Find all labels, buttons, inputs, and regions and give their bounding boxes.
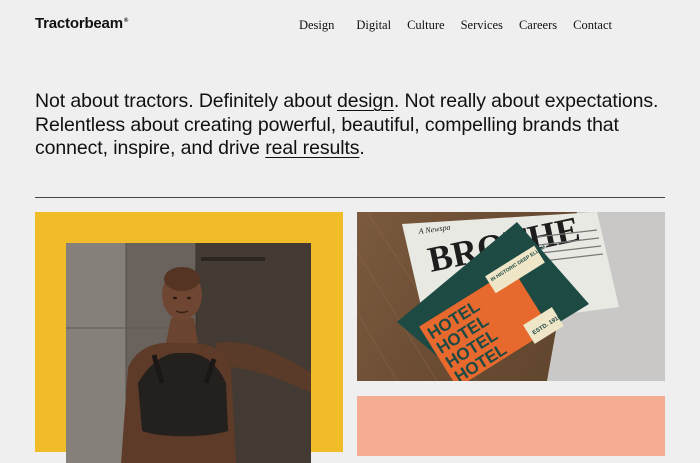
project-tile-hotel-print[interactable]: A Newspa BROTHE HOTEL HOTEL HOTEL HOTEL … <box>357 212 665 381</box>
design-link[interactable]: design <box>337 90 394 112</box>
nav-careers[interactable]: Careers <box>519 18 557 33</box>
intro-statement: Not about tractors. Definitely about des… <box>35 90 675 161</box>
section-divider <box>35 197 665 198</box>
project-tile-salmon[interactable] <box>357 396 665 456</box>
main-nav: Design Digital Culture Services Careers … <box>299 18 612 33</box>
nav-design[interactable]: Design <box>299 18 334 33</box>
portrait-illustration <box>66 243 311 463</box>
portrait-photo <box>66 243 311 463</box>
hotel-print-illustration: A Newspa BROTHE HOTEL HOTEL HOTEL HOTEL … <box>357 212 665 381</box>
intro-text-1: Not about tractors. Definitely about <box>35 90 337 112</box>
real-results-link[interactable]: real results <box>265 137 359 159</box>
nav-digital[interactable]: Digital <box>356 18 391 33</box>
nav-contact[interactable]: Contact <box>573 18 612 33</box>
brand-name: Tractorbeam <box>35 15 123 32</box>
registered-mark: ® <box>123 18 129 24</box>
intro-text-3: . <box>359 137 365 159</box>
brand-logo[interactable]: Tractorbeam® <box>35 15 128 32</box>
site-header: Tractorbeam® Design Digital Culture Serv… <box>35 14 665 38</box>
project-tile-portrait[interactable] <box>35 212 343 463</box>
nav-culture[interactable]: Culture <box>407 18 445 33</box>
nav-services[interactable]: Services <box>461 18 503 33</box>
